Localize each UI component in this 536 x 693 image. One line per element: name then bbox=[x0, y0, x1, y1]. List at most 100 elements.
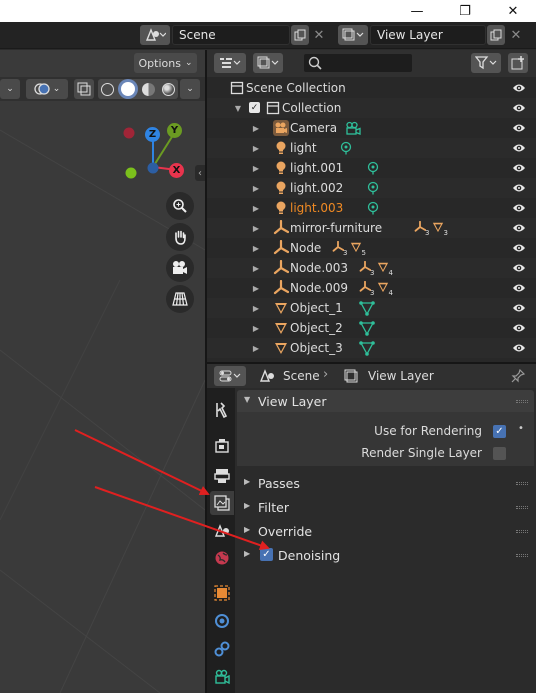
tab-scene[interactable] bbox=[210, 519, 234, 543]
new-scene-button[interactable] bbox=[291, 25, 309, 45]
collapsed-arrow-icon[interactable]: ▶ bbox=[251, 201, 261, 215]
outliner-item-label[interactable]: Scene Collection bbox=[246, 81, 346, 95]
render-single-layer-checkbox[interactable] bbox=[493, 447, 506, 460]
filter-dropdown[interactable] bbox=[471, 53, 501, 73]
collapsed-arrow-icon[interactable]: ▶ bbox=[251, 141, 261, 155]
pin-icon[interactable] bbox=[511, 369, 525, 383]
outliner-row[interactable]: ▶ Camera bbox=[207, 118, 536, 138]
visibility-eye-icon[interactable] bbox=[511, 200, 527, 216]
viewport-overlays-dropdown[interactable]: ⌄ bbox=[26, 79, 68, 99]
outliner-item-label[interactable]: Object_3 bbox=[290, 341, 343, 355]
delete-view-layer-button[interactable]: ✕ bbox=[508, 25, 524, 45]
material-shading-icon[interactable] bbox=[141, 82, 155, 96]
tab-world[interactable] bbox=[210, 546, 234, 570]
drag-grip-icon[interactable] bbox=[516, 530, 528, 533]
drag-grip-icon[interactable] bbox=[516, 554, 528, 557]
visibility-eye-icon[interactable] bbox=[511, 340, 527, 356]
outliner-item-label[interactable]: Node.003 bbox=[290, 261, 348, 275]
outliner-item-label[interactable]: Collection bbox=[282, 101, 341, 115]
visibility-eye-icon[interactable] bbox=[511, 100, 527, 116]
outliner-row[interactable]: ▶ mirror-furniture 3 3 bbox=[207, 218, 536, 238]
collapsed-arrow-icon[interactable]: ▶ bbox=[251, 301, 261, 315]
tab-tool[interactable] bbox=[210, 398, 234, 422]
scene-selector-button[interactable] bbox=[140, 25, 170, 45]
new-collection-button[interactable] bbox=[508, 53, 528, 73]
outliner-row[interactable]: ▶ Object_2 bbox=[207, 318, 536, 338]
outliner-item-label[interactable]: light.003 bbox=[290, 201, 343, 215]
x-axis-icon[interactable]: X bbox=[169, 163, 184, 178]
light-data-icon[interactable] bbox=[366, 179, 380, 197]
visibility-eye-icon[interactable] bbox=[511, 260, 527, 276]
xray-toggle[interactable] bbox=[74, 79, 94, 99]
tab-object[interactable] bbox=[210, 581, 234, 605]
outliner-row[interactable]: ▼ ✓ Collection bbox=[207, 98, 536, 118]
collapsed-arrow-icon[interactable]: ▶ bbox=[251, 281, 261, 295]
tab-modifiers[interactable] bbox=[210, 609, 234, 633]
visibility-eye-icon[interactable] bbox=[511, 220, 527, 236]
light-data-icon[interactable] bbox=[366, 159, 380, 177]
outliner-row[interactable]: ▶ Object_1 bbox=[207, 298, 536, 318]
select-mode-dropdown[interactable]: ⌄ bbox=[0, 79, 20, 99]
use-for-rendering-checkbox[interactable]: ✓ bbox=[493, 425, 506, 438]
outliner-row[interactable]: ▶ light.001 bbox=[207, 158, 536, 178]
outliner-item-label[interactable]: light.002 bbox=[290, 181, 343, 195]
outliner-search-field[interactable] bbox=[303, 53, 413, 73]
tab-render[interactable] bbox=[210, 434, 234, 458]
passes-panel-header[interactable]: ▶ Passes bbox=[237, 472, 534, 494]
z-axis-icon[interactable]: Z bbox=[145, 127, 160, 142]
collapsed-arrow-icon[interactable]: ▶ bbox=[251, 321, 261, 335]
maximize-button[interactable]: ❐ bbox=[448, 0, 482, 22]
outliner-row[interactable]: ▶ light bbox=[207, 138, 536, 158]
tab-constraints[interactable] bbox=[210, 637, 234, 661]
collapsed-arrow-icon[interactable]: ▶ bbox=[251, 341, 261, 355]
outliner-row[interactable]: ▶ Node 3 5 bbox=[207, 238, 536, 258]
animate-dot-icon[interactable]: • bbox=[518, 423, 524, 434]
view-layer-selector-button[interactable] bbox=[338, 25, 368, 45]
mesh-data-icon[interactable] bbox=[359, 299, 375, 317]
outliner-row[interactable]: ▶ Node.003 3 4 bbox=[207, 258, 536, 278]
minimize-button[interactable]: — bbox=[400, 0, 434, 22]
children-summary[interactable]: 33 bbox=[414, 219, 448, 237]
outliner-item-label[interactable]: Node.009 bbox=[290, 281, 348, 295]
tab-data[interactable] bbox=[210, 665, 234, 689]
light-data-icon[interactable] bbox=[366, 199, 380, 217]
neg-z-axis-icon[interactable] bbox=[147, 162, 159, 174]
zoom-icon[interactable] bbox=[166, 192, 194, 220]
visibility-eye-icon[interactable] bbox=[511, 80, 527, 96]
view-layer-name-field[interactable]: View Layer bbox=[370, 25, 486, 45]
light-data-icon[interactable] bbox=[339, 139, 353, 157]
visibility-eye-icon[interactable] bbox=[511, 180, 527, 196]
rendered-shading-icon[interactable] bbox=[161, 82, 175, 96]
new-view-layer-button[interactable] bbox=[487, 25, 505, 45]
tab-view-layer[interactable] bbox=[210, 491, 234, 515]
outliner-item-label[interactable]: Object_2 bbox=[290, 321, 343, 335]
outliner-item-label[interactable]: mirror-furniture bbox=[290, 221, 382, 235]
mesh-data-icon[interactable] bbox=[359, 319, 375, 337]
breadcrumb-scene[interactable]: Scene bbox=[283, 369, 320, 383]
visibility-eye-icon[interactable] bbox=[511, 320, 527, 336]
collapsed-arrow-icon[interactable]: ▶ bbox=[251, 221, 261, 235]
wireframe-shading-icon[interactable] bbox=[101, 82, 115, 96]
camera-data-icon[interactable] bbox=[345, 119, 361, 137]
outliner-row-scene-collection[interactable]: Scene Collection bbox=[207, 78, 536, 98]
editor-type-dropdown[interactable] bbox=[214, 366, 246, 386]
expanded-arrow-icon[interactable]: ▼ bbox=[233, 101, 243, 115]
delete-scene-button[interactable]: ✕ bbox=[311, 25, 327, 45]
y-axis-icon[interactable]: Y bbox=[167, 123, 182, 138]
tab-output[interactable] bbox=[210, 464, 234, 488]
shading-options-dropdown[interactable]: ⌄ bbox=[180, 79, 200, 99]
collapsed-arrow-icon[interactable]: ▶ bbox=[251, 161, 261, 175]
solid-shading-icon[interactable] bbox=[121, 82, 136, 96]
denoising-panel-header[interactable]: ▶ ✓ Denoising bbox=[237, 544, 534, 566]
collapsed-arrow-icon[interactable]: ▶ bbox=[251, 241, 261, 255]
filter-view-layer-dropdown[interactable] bbox=[253, 53, 283, 73]
denoising-checkbox[interactable]: ✓ bbox=[260, 548, 273, 561]
close-window-button[interactable]: ✕ bbox=[496, 0, 530, 22]
override-panel-header[interactable]: ▶ Override bbox=[237, 520, 534, 542]
camera-view-icon[interactable] bbox=[166, 254, 194, 282]
collapsed-arrow-icon[interactable]: ▶ bbox=[251, 121, 261, 135]
children-summary[interactable]: 34 bbox=[359, 279, 393, 297]
breadcrumb-view-layer[interactable]: View Layer bbox=[368, 369, 434, 383]
visibility-eye-icon[interactable] bbox=[511, 160, 527, 176]
collapsed-arrow-icon[interactable]: ▶ bbox=[251, 181, 261, 195]
